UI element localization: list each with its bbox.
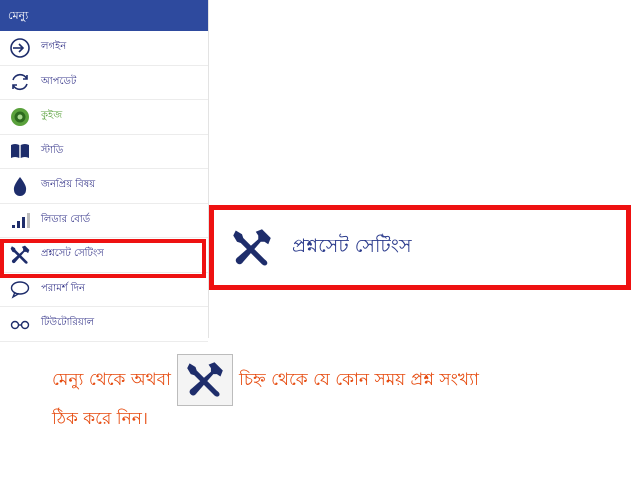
menu-item-label: আপডেট xyxy=(41,75,77,87)
quiz-icon xyxy=(9,106,31,128)
update-icon xyxy=(9,71,31,93)
instruction-part1: মেন্যু থেকে অথবা xyxy=(52,370,171,390)
instruction-part2: চিহ্ন থেকে যে কোন সময় প্রশ্ন সংখ্যা xyxy=(238,370,479,390)
menu-item-label: পরামর্শ দিন xyxy=(41,282,85,294)
book-icon xyxy=(9,140,31,162)
menu-item-study[interactable]: স্টাডি xyxy=(0,135,208,169)
panel-label: প্রশ্নসেট সেটিংস xyxy=(292,234,412,257)
login-icon xyxy=(9,37,31,59)
question-set-settings-panel[interactable]: প্রশ্নসেট সেটিংস xyxy=(209,205,631,290)
drop-icon xyxy=(9,175,31,197)
glasses-icon xyxy=(9,313,31,335)
sidebar-menu: মেন্যু লগইন আপডেট কুইজ স্টাডি জনপ্রিয় ব… xyxy=(0,0,209,342)
menu-item-label: লিডার বোর্ড xyxy=(41,213,91,225)
tools-icon xyxy=(187,362,223,397)
menu-item-tutorial[interactable]: টিউটোরিয়াল xyxy=(0,307,208,342)
signal-bars-icon xyxy=(9,209,31,231)
instruction-text: মেন্যু থেকে অথবা চিহ্ন থেকে যে কোন সময় … xyxy=(52,352,592,430)
menu-item-label: জনপ্রিয় বিষয় xyxy=(41,179,96,191)
comment-icon xyxy=(9,278,31,300)
menu-item-label: টিউটোরিয়াল xyxy=(41,317,95,329)
menu-item-quiz[interactable]: কুইজ xyxy=(0,100,208,135)
instruction-part3: ঠিক করে নিন। xyxy=(52,409,148,429)
menu-item-popular-topics[interactable]: জনপ্রিয় বিষয় xyxy=(0,169,208,204)
menu-item-update[interactable]: আপডেট xyxy=(0,66,208,100)
tools-icon xyxy=(232,228,272,268)
menu-item-login[interactable]: লগইন xyxy=(0,31,208,66)
highlight-frame-menu-item xyxy=(0,239,206,278)
tools-icon-button[interactable] xyxy=(176,354,233,406)
menu-item-label: কুইজ xyxy=(41,110,63,122)
menu-item-label: লগইন xyxy=(41,41,67,53)
menu-header: মেন্যু xyxy=(0,0,208,31)
menu-item-leaderboard[interactable]: লিডার বোর্ড xyxy=(0,204,208,238)
menu-item-label: স্টাডি xyxy=(41,144,64,156)
